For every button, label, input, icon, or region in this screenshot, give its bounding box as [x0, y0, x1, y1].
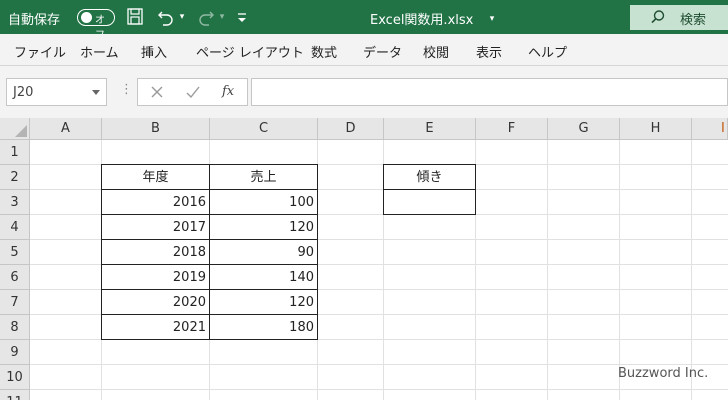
cancel-icon[interactable]	[150, 83, 164, 105]
column-header-c[interactable]: C	[210, 118, 318, 140]
gridline	[475, 140, 476, 400]
slope-border	[383, 189, 476, 190]
tab-insert[interactable]: 挿入	[141, 42, 167, 61]
watermark: Buzzword Inc.	[618, 366, 709, 381]
more-icon[interactable]: ⋮	[120, 82, 133, 97]
column-header-b[interactable]: B	[102, 118, 210, 140]
redo-icon	[196, 6, 216, 28]
gridline	[547, 140, 548, 400]
filename-dropdown-icon[interactable]: ▾	[487, 8, 497, 30]
select-all-button[interactable]	[0, 118, 30, 140]
row-header-2[interactable]: 2	[0, 165, 30, 190]
tab-review[interactable]: 校閲	[423, 42, 449, 61]
undo-dropdown-icon[interactable]: ▾	[177, 6, 187, 28]
table-border	[101, 264, 318, 265]
table-cell-sales[interactable]: 90	[210, 240, 317, 265]
tab-view[interactable]: 表示	[476, 42, 502, 61]
row-header-10[interactable]: 10	[0, 365, 30, 390]
ribbon-tabs: ファイル ホーム 挿入 ページ レイアウト 数式 データ 校閲 表示 ヘルプ	[0, 34, 728, 66]
table-border	[101, 314, 318, 315]
autosave-toggle[interactable]: オフ	[77, 9, 115, 41]
formula-buttons: fx	[137, 78, 248, 106]
row-header-9[interactable]: 9	[0, 340, 30, 365]
column-header-g[interactable]: G	[548, 118, 620, 140]
name-box-value: J20	[13, 85, 34, 100]
gridline	[30, 389, 728, 390]
file-name[interactable]: Excel関数用.xlsx	[370, 9, 473, 28]
tab-page-layout[interactable]: ページ レイアウト	[196, 42, 304, 61]
row-header-4[interactable]: 4	[0, 215, 30, 240]
search-box[interactable]: 検索	[630, 5, 728, 30]
table-cell-sales[interactable]: 120	[210, 215, 317, 240]
table-cell-sales[interactable]: 120	[210, 290, 317, 315]
row-header-8[interactable]: 8	[0, 315, 30, 340]
tab-formulas[interactable]: 数式	[311, 42, 337, 61]
formula-bar: J20 ⋮ fx	[0, 66, 728, 118]
table-header-sales[interactable]: 売上	[210, 165, 317, 190]
column-header-f[interactable]: F	[476, 118, 548, 140]
table-border	[101, 189, 318, 190]
row-header-3[interactable]: 3	[0, 190, 30, 215]
gridline	[619, 140, 620, 400]
tab-data[interactable]: データ	[363, 42, 402, 61]
undo-icon[interactable]	[156, 6, 176, 28]
row-header-1[interactable]: 1	[0, 140, 30, 165]
table-cell-year[interactable]: 2020	[102, 290, 209, 315]
table-cell-year[interactable]: 2017	[102, 215, 209, 240]
table-cell-year[interactable]: 2016	[102, 190, 209, 215]
table-cell-sales[interactable]: 100	[210, 190, 317, 215]
worksheet-grid[interactable]: A B C D E F G H I 1 2 3 4 5 6 7 8 9 10 1…	[0, 118, 728, 400]
tab-home[interactable]: ホーム	[80, 42, 119, 61]
row-header-7[interactable]: 7	[0, 290, 30, 315]
row-header-11[interactable]: 11	[0, 390, 30, 400]
select-all-icon	[15, 125, 27, 137]
table-header-year[interactable]: 年度	[102, 165, 209, 190]
insert-function-icon[interactable]: fx	[222, 84, 234, 99]
column-header-i[interactable]: I	[692, 118, 728, 140]
redo-dropdown-icon: ▾	[219, 12, 225, 22]
table-cell-year[interactable]: 2021	[102, 315, 209, 340]
gridline	[30, 364, 728, 365]
column-header-h[interactable]: H	[620, 118, 692, 140]
slope-value-cell[interactable]	[384, 190, 475, 215]
tab-file[interactable]: ファイル	[14, 42, 66, 61]
save-icon[interactable]	[126, 6, 146, 28]
autosave-label: 自動保存	[8, 13, 61, 28]
column-header-e[interactable]: E	[384, 118, 476, 140]
slope-label-cell[interactable]: 傾き	[384, 165, 475, 190]
search-icon	[650, 9, 666, 29]
gridline	[317, 140, 318, 400]
row-header-6[interactable]: 6	[0, 265, 30, 290]
table-border	[101, 239, 318, 240]
tab-help[interactable]: ヘルプ	[528, 42, 567, 61]
table-cell-sales[interactable]: 140	[210, 265, 317, 290]
column-header-a[interactable]: A	[30, 118, 102, 140]
table-border	[101, 214, 318, 215]
search-label: 検索	[680, 13, 707, 28]
enter-icon[interactable]	[185, 83, 201, 105]
dropdown-icon[interactable]	[92, 90, 100, 95]
table-cell-year[interactable]: 2019	[102, 265, 209, 290]
table-cell-sales[interactable]: 180	[210, 315, 317, 340]
toggle-knob	[81, 12, 92, 23]
row-header-5[interactable]: 5	[0, 240, 30, 265]
table-cell-year[interactable]: 2018	[102, 240, 209, 265]
title-bar: 自動保存 オフ ▾ ▾ Excel関数用.xlsx ▾ 検索	[0, 0, 728, 41]
gridline	[691, 140, 692, 400]
table-border	[101, 289, 318, 290]
formula-input[interactable]	[251, 78, 728, 106]
customize-icon[interactable]	[236, 6, 250, 28]
name-box[interactable]: J20	[6, 78, 107, 106]
column-header-d[interactable]: D	[318, 118, 384, 140]
